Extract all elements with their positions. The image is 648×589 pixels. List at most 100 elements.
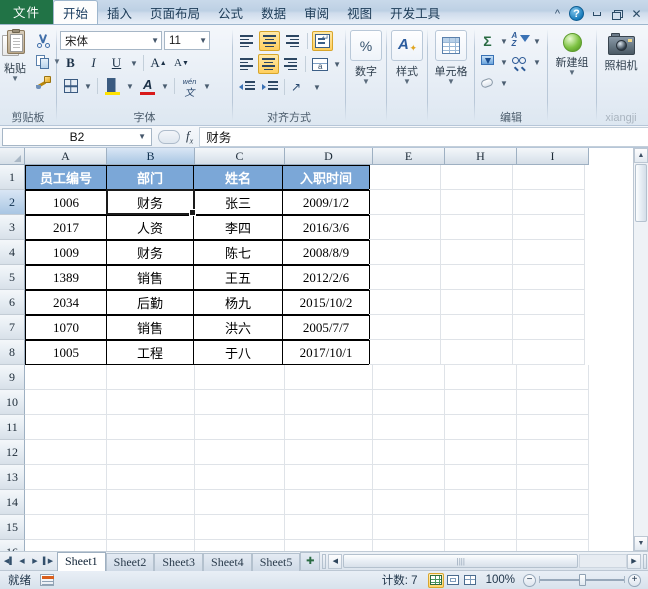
align-middle-button[interactable] — [259, 31, 280, 51]
name-box-caret-icon[interactable]: ▼ — [138, 132, 146, 141]
increase-indent-button[interactable] — [259, 77, 280, 97]
vertical-scrollbar[interactable]: ▲ ▼ — [633, 148, 648, 551]
font-name-caret-icon[interactable]: ▼ — [151, 36, 159, 45]
sheet-tab-sheet1[interactable]: Sheet1 — [57, 551, 106, 571]
cell-E7[interactable] — [369, 315, 441, 340]
cell-D6[interactable]: 2015/10/2 — [282, 290, 370, 315]
cell-C16[interactable] — [195, 540, 285, 551]
tab-insert[interactable]: 插入 — [98, 1, 141, 24]
newgroup-button[interactable]: 新建组 ▼ — [556, 28, 589, 77]
column-header-i[interactable]: I — [517, 148, 589, 165]
row-header-7[interactable]: 7 — [0, 315, 25, 340]
cell-C14[interactable] — [195, 490, 285, 515]
cell-H11[interactable] — [445, 415, 517, 440]
align-bottom-button[interactable] — [282, 31, 303, 51]
cell-B11[interactable] — [107, 415, 195, 440]
prev-sheet-icon[interactable]: ◀ — [16, 555, 28, 568]
align-center-button[interactable] — [258, 54, 279, 74]
page-break-view-button[interactable] — [462, 573, 478, 588]
cell-B15[interactable] — [107, 515, 195, 540]
cell-C12[interactable] — [195, 440, 285, 465]
cell-E3[interactable] — [369, 215, 441, 240]
cell-D14[interactable] — [285, 490, 373, 515]
align-right-button[interactable] — [281, 54, 301, 74]
number-caret-icon[interactable]: ▼ — [350, 78, 382, 86]
row-header-2[interactable]: 2 — [0, 190, 25, 215]
cell-B1[interactable]: 部门 — [106, 165, 194, 190]
row-header-13[interactable]: 13 — [0, 465, 25, 490]
cell-A2[interactable]: 1006 — [25, 190, 107, 215]
horizontal-scroll-track[interactable] — [579, 554, 627, 568]
help-icon[interactable]: ? — [569, 6, 584, 21]
row-header-3[interactable]: 3 — [0, 215, 25, 240]
column-header-h[interactable]: H — [445, 148, 517, 165]
font-name-input[interactable]: 宋体 ▼ — [60, 31, 162, 50]
cell-A16[interactable] — [25, 540, 107, 551]
row-header-12[interactable]: 12 — [0, 440, 25, 465]
cell-D13[interactable] — [285, 465, 373, 490]
formula-toggle-icon[interactable] — [158, 129, 180, 144]
cell-A13[interactable] — [25, 465, 107, 490]
font-size-input[interactable]: 11 ▼ — [164, 31, 210, 50]
cell-E2[interactable] — [369, 190, 441, 215]
page-layout-view-button[interactable] — [445, 573, 461, 588]
number-format-button[interactable]: % — [350, 30, 382, 61]
cell-D1[interactable]: 入职时间 — [282, 165, 370, 190]
column-header-e[interactable]: E — [373, 148, 445, 165]
cell-A7[interactable]: 1070 — [25, 315, 107, 340]
cell-I10[interactable] — [517, 390, 589, 415]
cell-C3[interactable]: 李四 — [193, 215, 283, 240]
select-all-corner[interactable] — [0, 148, 25, 165]
cells-caret-icon[interactable]: ▼ — [435, 78, 468, 86]
row-header-10[interactable]: 10 — [0, 390, 25, 415]
cell-E12[interactable] — [373, 440, 445, 465]
cell-A11[interactable] — [25, 415, 107, 440]
cell-D7[interactable]: 2005/7/7 — [282, 315, 370, 340]
cell-D9[interactable] — [285, 365, 373, 390]
bold-button[interactable]: B — [60, 53, 81, 73]
cell-A9[interactable] — [25, 365, 107, 390]
column-header-b[interactable]: B — [107, 148, 195, 165]
zoom-slider[interactable]: − + — [523, 573, 648, 587]
row-header-16[interactable]: 16 — [0, 540, 25, 551]
cell-D10[interactable] — [285, 390, 373, 415]
cell-C2[interactable]: 张三 — [193, 190, 283, 215]
cell-D8[interactable]: 2017/10/1 — [282, 340, 370, 365]
cell-B2[interactable]: 财务 — [106, 190, 194, 215]
cell-C11[interactable] — [195, 415, 285, 440]
scroll-up-button[interactable]: ▲ — [634, 148, 648, 163]
cell-C8[interactable]: 于八 — [193, 340, 283, 365]
cell-H8[interactable] — [441, 340, 513, 365]
cell-H2[interactable] — [441, 190, 513, 215]
horizontal-scroll-thumb[interactable]: |||| — [343, 554, 578, 568]
cell-I6[interactable] — [513, 290, 585, 315]
cell-A1[interactable]: 员工编号 — [25, 165, 107, 190]
cell-D11[interactable] — [285, 415, 373, 440]
cell-H14[interactable] — [445, 490, 517, 515]
tab-file[interactable]: 文件 — [0, 0, 53, 24]
cell-E10[interactable] — [373, 390, 445, 415]
cell-E1[interactable] — [369, 165, 441, 190]
cell-B5[interactable]: 销售 — [106, 265, 194, 290]
cell-A10[interactable] — [25, 390, 107, 415]
horizontal-scrollbar[interactable]: ◀ |||| ▶ — [328, 553, 648, 569]
cell-C5[interactable]: 王五 — [193, 265, 283, 290]
cell-B3[interactable]: 人资 — [106, 215, 194, 240]
find-select-caret-icon[interactable]: ▼ — [532, 52, 542, 72]
cell-A4[interactable]: 1009 — [25, 240, 107, 265]
cell-I14[interactable] — [517, 490, 589, 515]
zoom-track[interactable] — [539, 574, 625, 586]
sort-filter-button[interactable]: AZ — [511, 32, 530, 50]
cell-B12[interactable] — [107, 440, 195, 465]
row-header-4[interactable]: 4 — [0, 240, 25, 265]
underline-caret-icon[interactable]: ▼ — [129, 53, 139, 73]
decrease-indent-button[interactable] — [236, 77, 257, 97]
zoom-in-button[interactable]: + — [628, 573, 641, 587]
cell-H16[interactable] — [445, 540, 517, 551]
next-sheet-icon[interactable]: ▶ — [29, 555, 41, 568]
normal-view-button[interactable] — [427, 572, 444, 588]
phonetic-caret-icon[interactable]: ▼ — [202, 76, 212, 96]
orientation-caret-icon[interactable]: ▼ — [312, 77, 322, 97]
cell-H9[interactable] — [445, 365, 517, 390]
cell-D2[interactable]: 2009/1/2 — [282, 190, 370, 215]
